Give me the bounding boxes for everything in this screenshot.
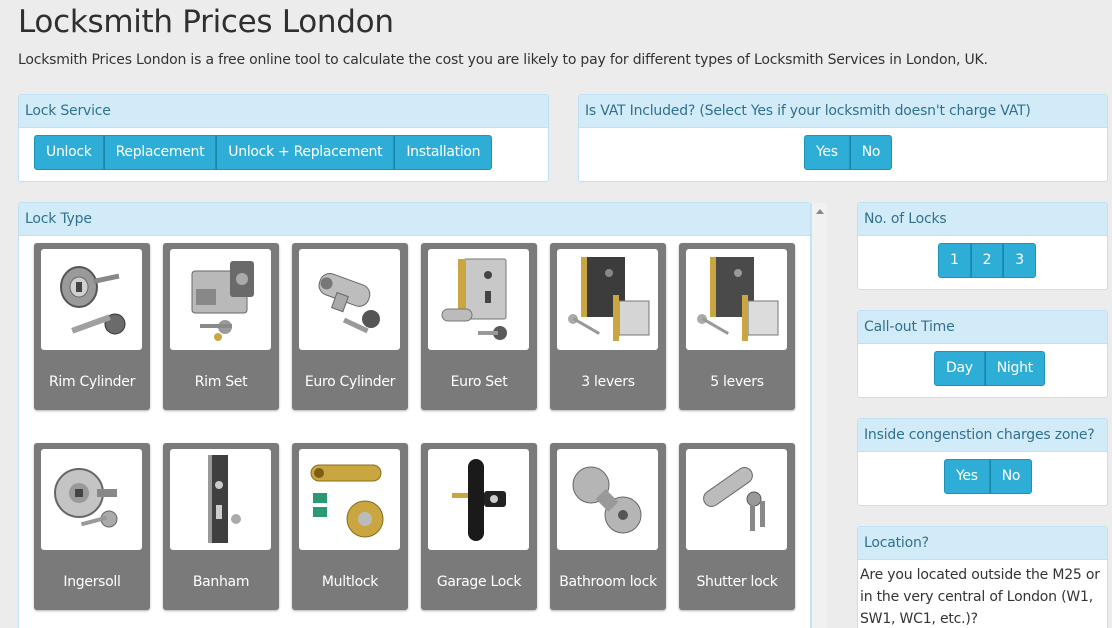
vat-yes-button[interactable]: Yes (804, 135, 850, 170)
num-locks-button-group: 1 2 3 (938, 243, 1036, 278)
lock-service-button-group: Unlock Replacement Unlock + Replacement … (34, 135, 493, 170)
vat-no-button[interactable]: No (849, 135, 893, 170)
lock-tile-label: Rim Cylinder (48, 374, 136, 390)
location-question: Are you located outside the M25 or in th… (860, 567, 1100, 627)
congestion-yes-button[interactable]: Yes (944, 459, 990, 494)
lock-tile-label: Bathroom lock (559, 574, 657, 590)
lock-tile-label: Banham (192, 574, 250, 590)
ingersoll-lock-icon (41, 449, 142, 550)
locks-1-button[interactable]: 1 (938, 243, 971, 278)
bathroom-knob-lock-icon (557, 449, 658, 550)
callout-button-group: Day Night (934, 351, 1045, 386)
location-panel: Location? Are you located outside the M2… (857, 526, 1108, 628)
vat-panel: Is VAT Included? (Select Yes if your loc… (578, 94, 1108, 182)
lock-type-scrollbar[interactable] (811, 203, 827, 628)
num-locks-panel: No. of Locks 1 2 3 (857, 202, 1108, 290)
lock-tile-label: Rim Set (194, 374, 248, 390)
mortice-5-lever-lock-icon (686, 249, 787, 350)
replacement-button[interactable]: Replacement (103, 135, 217, 170)
shutter-lock-icon (686, 449, 787, 550)
installation-button[interactable]: Installation (394, 135, 493, 170)
euro-cylinder-lock-icon (299, 249, 400, 350)
unlock-replacement-button[interactable]: Unlock + Replacement (216, 135, 395, 170)
lock-tile-euro-cylinder[interactable]: Euro Cylinder (292, 243, 408, 410)
mortice-3-lever-lock-icon (557, 249, 658, 350)
rim-cylinder-lock-icon (41, 249, 142, 350)
lock-tile-euro-set[interactable]: Euro Set (421, 243, 537, 410)
page-subtitle: Locksmith Prices London is a free online… (18, 52, 988, 68)
callout-heading: Call-out Time (858, 311, 1107, 344)
lock-tile-rim-set[interactable]: Rim Set (163, 243, 279, 410)
callout-panel: Call-out Time Day Night (857, 310, 1108, 398)
day-button[interactable]: Day (934, 351, 985, 386)
lock-service-heading: Lock Service (19, 95, 548, 128)
lock-tile-label: Multlock (321, 574, 379, 590)
lock-tile-shutter-lock[interactable]: Shutter lock (679, 443, 795, 610)
congestion-panel: Inside congenstion charges zone? Yes No (857, 418, 1108, 506)
lock-tile-5-levers[interactable]: 5 levers (679, 243, 795, 410)
vat-heading: Is VAT Included? (Select Yes if your loc… (579, 95, 1107, 128)
lock-tile-ingersoll[interactable]: Ingersoll (34, 443, 150, 610)
page-title: Locksmith Prices London (18, 4, 394, 40)
lock-type-heading: Lock Type (19, 203, 810, 236)
locks-3-button[interactable]: 3 (1003, 243, 1036, 278)
num-locks-heading: No. of Locks (858, 203, 1107, 236)
lock-tile-rim-cylinder[interactable]: Rim Cylinder (34, 243, 150, 410)
congestion-no-button[interactable]: No (989, 459, 1033, 494)
location-heading: Location? (858, 527, 1107, 560)
congestion-button-group: Yes No (944, 459, 1033, 494)
lock-tile-3-levers[interactable]: 3 levers (550, 243, 666, 410)
lock-tile-label: Garage Lock (436, 574, 522, 590)
lock-tile-bathroom-lock[interactable]: Bathroom lock (550, 443, 666, 610)
lock-tile-multlock[interactable]: Multlock (292, 443, 408, 610)
night-button[interactable]: Night (984, 351, 1045, 386)
lock-tile-banham[interactable]: Banham (163, 443, 279, 610)
lock-tile-label: 5 levers (710, 374, 764, 390)
banham-lock-icon (170, 449, 271, 550)
rim-set-lock-icon (170, 249, 271, 350)
multlock-lock-icon (299, 449, 400, 550)
garage-lock-icon (428, 449, 529, 550)
lock-tile-label: Shutter lock (696, 574, 778, 590)
lock-tile-label: Euro Cylinder (304, 374, 396, 390)
locks-2-button[interactable]: 2 (970, 243, 1004, 278)
scroll-up-arrow-icon[interactable] (816, 209, 824, 214)
lock-tile-garage-lock[interactable]: Garage Lock (421, 443, 537, 610)
lock-tile-label: 3 levers (581, 374, 635, 390)
euro-set-lock-icon (428, 249, 529, 350)
lock-tile-label: Euro Set (450, 374, 508, 390)
lock-service-panel: Lock Service Unlock Replacement Unlock +… (18, 94, 549, 182)
unlock-button[interactable]: Unlock (34, 135, 104, 170)
congestion-heading: Inside congenstion charges zone? (858, 419, 1107, 452)
vat-button-group: Yes No (804, 135, 893, 170)
lock-tile-label: Ingersoll (63, 574, 121, 590)
